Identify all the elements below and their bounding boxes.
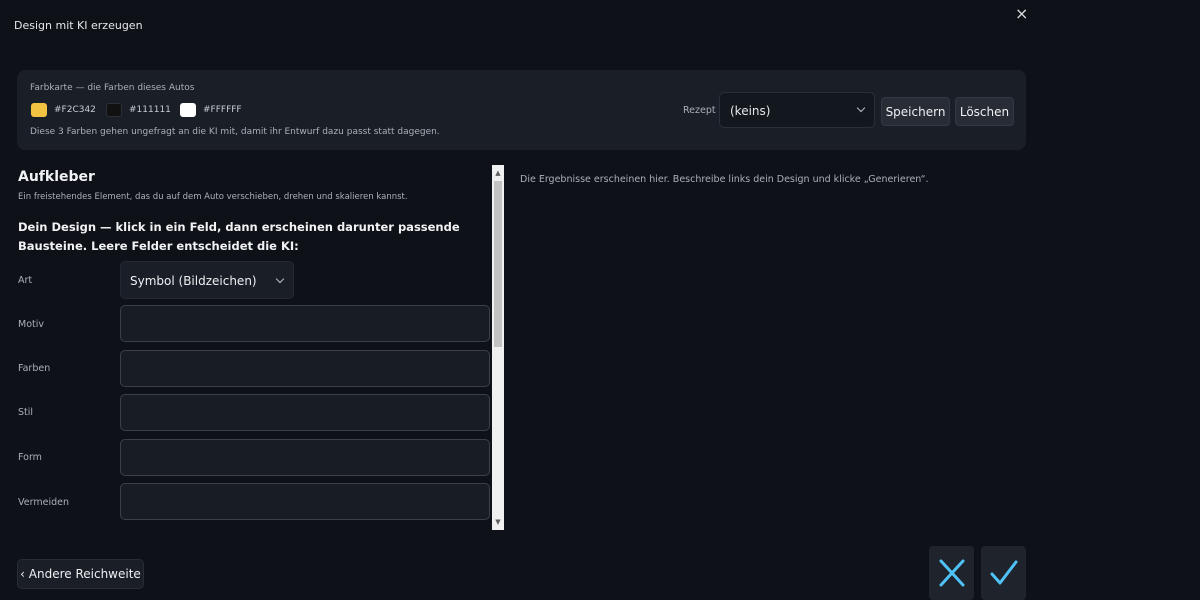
motiv-input[interactable] <box>120 305 490 342</box>
swatch-code-black: #111111 <box>129 105 171 115</box>
chevron-down-icon <box>856 103 866 113</box>
art-select-value: Symbol (Bildzeichen) <box>130 274 257 288</box>
swatch-code-yellow: #F2C342 <box>54 105 96 115</box>
field-label-form: Form <box>18 452 42 463</box>
swatch-yellow <box>31 103 47 117</box>
x-icon <box>939 559 964 587</box>
art-select[interactable]: Symbol (Bildzeichen) <box>120 261 294 299</box>
dialog-title: Design mit KI erzeugen <box>14 19 143 32</box>
rezept-select-value: (keins) <box>730 104 771 118</box>
farben-input[interactable] <box>120 350 490 387</box>
chevron-down-icon <box>275 274 285 284</box>
vermeiden-input[interactable] <box>120 483 490 520</box>
checkmark-icon <box>990 560 1017 585</box>
scroll-thumb[interactable] <box>494 181 502 347</box>
section-title: Aufkleber <box>18 169 95 185</box>
save-button[interactable]: Speichern <box>881 97 950 126</box>
scroll-up-icon[interactable]: ▲ <box>494 166 502 180</box>
field-label-motiv: Motiv <box>18 319 44 330</box>
swatch-black <box>106 103 122 117</box>
cancel-button[interactable] <box>929 546 974 600</box>
close-icon[interactable]: × <box>1015 6 1031 22</box>
scrollbar[interactable]: ▲ ▼ <box>492 165 504 530</box>
form-input[interactable] <box>120 439 490 476</box>
swatch-code-white: #FFFFFF <box>203 105 242 115</box>
field-label-vermeiden: Vermeiden <box>18 497 69 508</box>
back-button[interactable]: ‹ Andere Reichweite <box>17 559 144 589</box>
field-label-art: Art <box>18 275 33 286</box>
design-form-panel: Aufkleber Ein freistehendes Element, das… <box>10 165 504 530</box>
rezept-select[interactable]: (keins) <box>719 92 875 128</box>
rezept-label: Rezept <box>683 105 716 116</box>
color-card: Farbkarte — die Farben dieses Autos #F2C… <box>17 70 1026 150</box>
section-subtitle: Ein freistehendes Element, das du auf de… <box>18 192 408 202</box>
stil-input[interactable] <box>120 394 490 431</box>
field-label-stil: Stil <box>18 407 34 418</box>
color-card-label: Farbkarte — die Farben dieses Autos <box>30 83 195 93</box>
scroll-down-icon[interactable]: ▼ <box>494 515 502 529</box>
confirm-button[interactable] <box>981 546 1026 600</box>
design-heading: Dein Design — klick in ein Feld, dann er… <box>18 220 460 253</box>
color-card-note: Diese 3 Farben gehen ungefragt an die KI… <box>30 127 440 137</box>
field-label-farben: Farben <box>18 363 51 374</box>
delete-button[interactable]: Löschen <box>955 97 1014 126</box>
swatch-white <box>180 103 196 117</box>
results-placeholder: Die Ergebnisse erscheinen hier. Beschrei… <box>520 174 929 185</box>
